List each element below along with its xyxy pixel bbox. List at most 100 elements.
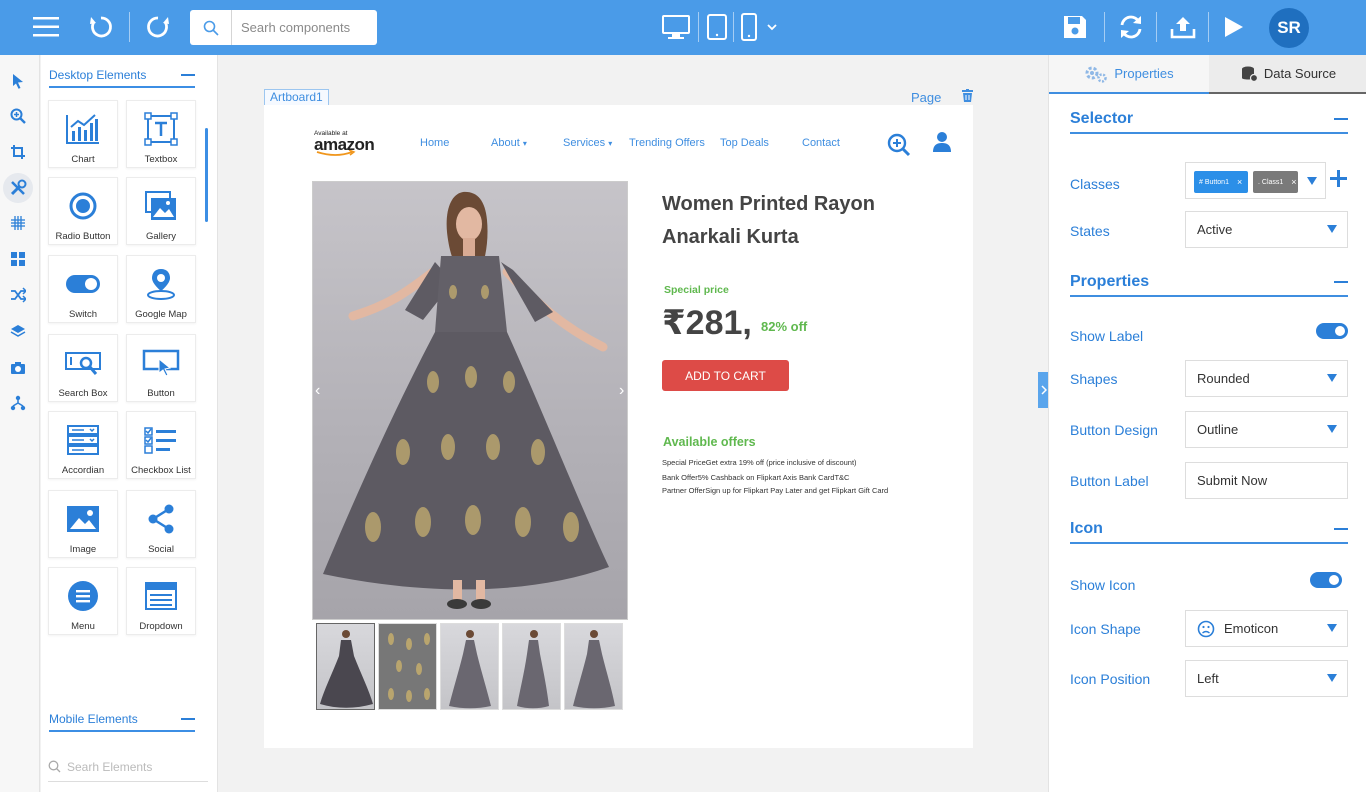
thumbnail[interactable]: [440, 623, 499, 710]
element-tile-switch[interactable]: Switch: [48, 255, 118, 323]
carousel-next-icon[interactable]: ›: [619, 382, 624, 400]
pointer-icon[interactable]: [5, 68, 31, 94]
tile-label: Radio Button: [55, 231, 111, 242]
tab-data-source[interactable]: Data Source: [1209, 55, 1366, 94]
collapse-icon[interactable]: [181, 718, 195, 720]
collapse-icon[interactable]: [181, 74, 195, 76]
nav-top-deals[interactable]: Top Deals: [720, 137, 769, 149]
amazon-logo[interactable]: Available at amazon: [314, 130, 375, 157]
tile-label: Search Box: [58, 388, 108, 399]
emoticon-icon: [1197, 620, 1215, 637]
artboard-label[interactable]: Artboard1: [264, 89, 329, 106]
layers-icon[interactable]: [5, 318, 31, 344]
search-input[interactable]: [232, 20, 372, 35]
close-icon[interactable]: ×: [1237, 177, 1242, 187]
layout-icon[interactable]: [5, 246, 31, 272]
thumbnail[interactable]: [378, 623, 437, 710]
crop-icon[interactable]: [5, 139, 31, 165]
section-title: Desktop Elements: [49, 68, 147, 82]
sync-icon[interactable]: [1116, 12, 1146, 42]
icon-section-header[interactable]: Icon: [1070, 516, 1348, 544]
selector-section-header[interactable]: Selector: [1070, 106, 1348, 134]
element-tile-social[interactable]: Social: [126, 490, 196, 558]
collapse-icon[interactable]: [1334, 528, 1348, 530]
chevron-down-icon[interactable]: [762, 12, 782, 42]
thumbnail[interactable]: [316, 623, 375, 710]
element-tile-textbox[interactable]: Textbox: [126, 100, 196, 168]
nav-trending-offers[interactable]: Trending Offers: [629, 137, 705, 149]
shuffle-icon[interactable]: [5, 282, 31, 308]
element-tile-dropdown[interactable]: Dropdown: [126, 567, 196, 635]
element-tile-chart[interactable]: Chart: [48, 100, 118, 168]
hamburger-menu-icon[interactable]: [31, 12, 61, 42]
button-label-input[interactable]: [1185, 462, 1348, 499]
tools-icon[interactable]: [3, 173, 33, 203]
classes-dropdown-caret-icon[interactable]: [1307, 177, 1317, 185]
select-value: Outline: [1197, 422, 1239, 437]
product-image[interactable]: ‹ ›: [312, 181, 628, 620]
grid-icon[interactable]: [5, 210, 31, 236]
desktop-elements-header[interactable]: Desktop Elements: [49, 64, 195, 88]
tile-label: Dropdown: [139, 621, 183, 632]
add-to-cart-button[interactable]: ADD TO CART: [662, 360, 789, 391]
close-icon[interactable]: ×: [1291, 177, 1296, 187]
carousel-prev-icon[interactable]: ‹: [315, 382, 320, 400]
class-chip[interactable]: # Button1 ×: [1194, 171, 1248, 193]
button-design-select[interactable]: Outline: [1185, 411, 1348, 448]
show-label-toggle[interactable]: [1316, 323, 1348, 339]
mobile-search-input[interactable]: [67, 759, 197, 774]
thumbnail[interactable]: [502, 623, 561, 710]
element-tile-radio-button[interactable]: Radio Button: [48, 177, 118, 245]
properties-section-header[interactable]: Properties: [1070, 269, 1348, 297]
sitemap-icon[interactable]: [5, 390, 31, 416]
undo-icon[interactable]: [86, 12, 116, 42]
mobile-elements-header[interactable]: Mobile Elements: [49, 708, 195, 732]
icon-position-select[interactable]: Left: [1185, 660, 1348, 697]
thumbnail[interactable]: [564, 623, 623, 710]
play-icon[interactable]: [1218, 12, 1248, 42]
page-label[interactable]: Page: [911, 90, 941, 105]
panel-scrollbar[interactable]: [205, 128, 208, 222]
icon-shape-select[interactable]: Emoticon: [1185, 610, 1348, 647]
special-price-label: Special price: [664, 284, 729, 296]
camera-icon[interactable]: [5, 354, 31, 380]
save-icon[interactable]: [1060, 12, 1090, 42]
desktop-view-icon[interactable]: [660, 12, 692, 42]
element-tile-button[interactable]: Button: [126, 334, 196, 402]
states-select[interactable]: Active: [1185, 211, 1348, 248]
zoom-icon[interactable]: [5, 103, 31, 129]
nav-about[interactable]: About ▾: [491, 137, 527, 149]
show-icon-toggle[interactable]: [1310, 572, 1342, 588]
element-tile-search-box[interactable]: Search Box: [48, 334, 118, 402]
caret-down-icon: [1327, 624, 1337, 632]
collapse-icon[interactable]: [1334, 281, 1348, 283]
element-tile-checkbox-list[interactable]: Checkbox List: [126, 411, 196, 479]
redo-icon[interactable]: [143, 12, 173, 42]
collapse-icon[interactable]: [1334, 118, 1348, 120]
element-tile-gallery[interactable]: Gallery: [126, 177, 196, 245]
nav-home[interactable]: Home: [420, 137, 449, 149]
class-chip[interactable]: . Class1 ×: [1253, 171, 1298, 193]
tablet-view-icon[interactable]: [702, 12, 732, 42]
upload-icon[interactable]: [1168, 12, 1198, 42]
avatar[interactable]: SR: [1269, 8, 1309, 48]
search-icon: [48, 760, 61, 773]
tile-label: Accordian: [61, 465, 105, 476]
classes-label: Classes: [1070, 176, 1120, 192]
element-tile-image[interactable]: Image: [48, 490, 118, 558]
tab-properties[interactable]: Properties: [1049, 55, 1209, 94]
element-tile-accordion[interactable]: Accordian: [48, 411, 118, 479]
nav-contact[interactable]: Contact: [802, 137, 840, 149]
classes-field[interactable]: # Button1 × . Class1 ×: [1185, 162, 1326, 199]
user-icon[interactable]: [932, 131, 952, 158]
shapes-select[interactable]: Rounded: [1185, 360, 1348, 397]
add-class-icon[interactable]: [1330, 170, 1347, 187]
nav-services[interactable]: Services ▾: [563, 137, 612, 149]
nav-label: Home: [420, 137, 450, 149]
zoom-in-icon[interactable]: [887, 133, 911, 162]
element-tile-menu[interactable]: Menu: [48, 567, 118, 635]
discount-badge: 82% off: [761, 319, 808, 334]
mobile-view-icon[interactable]: [734, 12, 764, 42]
element-tile-google-map[interactable]: Google Map: [126, 255, 196, 323]
select-value: Left: [1197, 671, 1219, 686]
